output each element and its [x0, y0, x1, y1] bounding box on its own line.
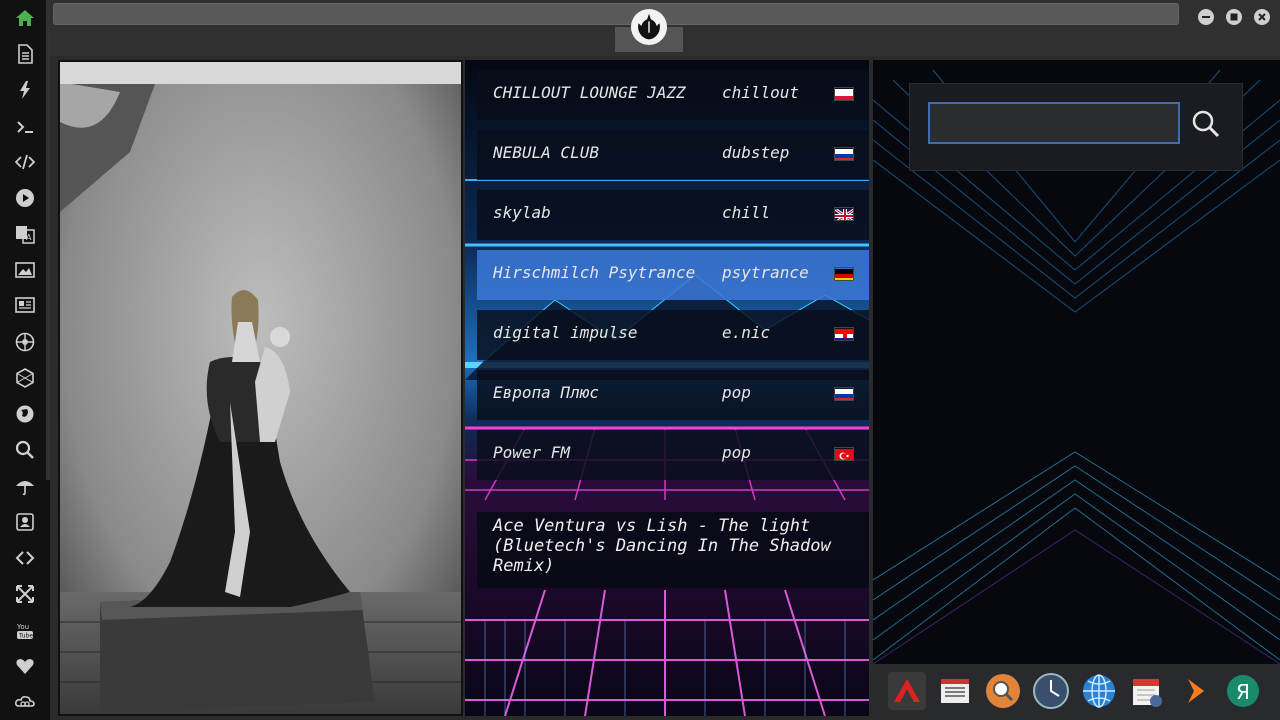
svg-text:Tube: Tube: [18, 633, 33, 640]
station-row-active[interactable]: Hirschmilch Psytrance psytrance: [477, 250, 869, 300]
terminal-icon[interactable]: [10, 112, 40, 142]
russia-flag-icon: [834, 147, 854, 161]
station-name: NEBULA CLUB: [493, 143, 599, 162]
close-icon: [1258, 13, 1266, 21]
hexagon-icon[interactable]: [10, 363, 40, 393]
sidebar-scrollbar[interactable]: [46, 0, 50, 480]
heart-icon[interactable]: [10, 651, 40, 681]
maximize-button[interactable]: [1226, 9, 1242, 25]
newspaper-app-icon[interactable]: [936, 672, 974, 710]
station-name: Hirschmilch Psytrance: [493, 263, 696, 282]
home-icon[interactable]: [10, 3, 40, 33]
station-genre: psytrance: [722, 263, 809, 282]
station-row[interactable]: Европа Плюс pop: [477, 370, 869, 420]
station-name: skylab: [493, 203, 551, 222]
station-name: digital impulse: [493, 323, 638, 342]
station-row[interactable]: CHILLOUT LOUNGE JAZZ chillout: [477, 70, 869, 120]
lightning-icon[interactable]: [10, 75, 40, 105]
croatia-flag-icon: [834, 327, 854, 341]
newspaper-icon[interactable]: [10, 290, 40, 320]
station-row[interactable]: digital impulse e.nic: [477, 310, 869, 360]
umbrella-icon[interactable]: [10, 471, 40, 501]
title-field[interactable]: [53, 3, 1179, 25]
germany-flag-icon: [834, 267, 854, 281]
minimize-icon: [1202, 16, 1210, 18]
magnifier-app-icon[interactable]: [984, 672, 1022, 710]
station-row[interactable]: Power FM pop: [477, 430, 869, 480]
calendar-app-icon[interactable]: [1128, 672, 1166, 710]
globe-icon[interactable]: [10, 399, 40, 429]
station-row[interactable]: NEBULA CLUB dubstep: [477, 130, 869, 180]
top-bar: [50, 0, 1280, 56]
app-dock: Я: [873, 664, 1280, 720]
expand-icon[interactable]: [10, 579, 40, 609]
youtube-icon[interactable]: You Tube: [10, 615, 40, 645]
station-name: Power FM: [493, 443, 571, 462]
svg-text:You: You: [16, 623, 29, 631]
station-genre: chill: [722, 203, 771, 222]
aperture-icon[interactable]: [10, 327, 40, 357]
minimize-button[interactable]: [1198, 9, 1214, 25]
search-input[interactable]: [928, 102, 1180, 144]
search-box: [909, 83, 1243, 171]
turkey-flag-icon: [834, 447, 854, 461]
station-name: CHILLOUT LOUNGE JAZZ: [493, 83, 686, 102]
station-list: CHILLOUT LOUNGE JAZZ chillout NEBULA CLU…: [465, 60, 869, 716]
contact-card-icon[interactable]: [10, 507, 40, 537]
station-row[interactable]: skylab chill: [477, 190, 869, 240]
maximize-icon: [1230, 13, 1238, 21]
image-icon[interactable]: [10, 255, 40, 285]
station-genre: chillout: [722, 83, 800, 102]
search-panel: [873, 60, 1280, 664]
search-icon[interactable]: [1190, 108, 1222, 140]
now-playing-title: Ace Ventura vs Lish - The light (Bluetec…: [477, 512, 869, 588]
cloud-link-icon[interactable]: [10, 687, 40, 717]
station-name: Европа Плюс: [493, 383, 599, 402]
clock-app-icon[interactable]: [1032, 672, 1070, 710]
close-button[interactable]: [1254, 9, 1270, 25]
station-genre: dubstep: [722, 143, 790, 162]
russia-flag-icon: [834, 387, 854, 401]
yandex-app-icon[interactable]: Я: [1224, 672, 1262, 710]
svg-text:A: A: [26, 233, 32, 242]
code-icon[interactable]: [10, 147, 40, 177]
search-icon[interactable]: [10, 435, 40, 465]
poland-flag-icon: [834, 87, 854, 101]
translate-icon[interactable]: A: [10, 219, 40, 249]
svg-text:Я: Я: [1236, 680, 1250, 704]
uk-flag-icon: [834, 207, 854, 221]
station-genre: pop: [722, 443, 751, 462]
red-triangle-app-icon[interactable]: [888, 672, 926, 710]
globe-app-icon[interactable]: [1080, 672, 1118, 710]
document-icon[interactable]: [10, 39, 40, 69]
embed-icon[interactable]: [10, 543, 40, 573]
album-photo: [58, 60, 463, 716]
play-icon[interactable]: [10, 183, 40, 213]
rebel-alliance-logo-icon: [630, 8, 668, 46]
sidebar: A You Tube: [0, 0, 50, 720]
arrow-app-icon[interactable]: [1176, 672, 1214, 710]
station-genre: e.nic: [722, 323, 771, 342]
station-genre: pop: [722, 383, 751, 402]
